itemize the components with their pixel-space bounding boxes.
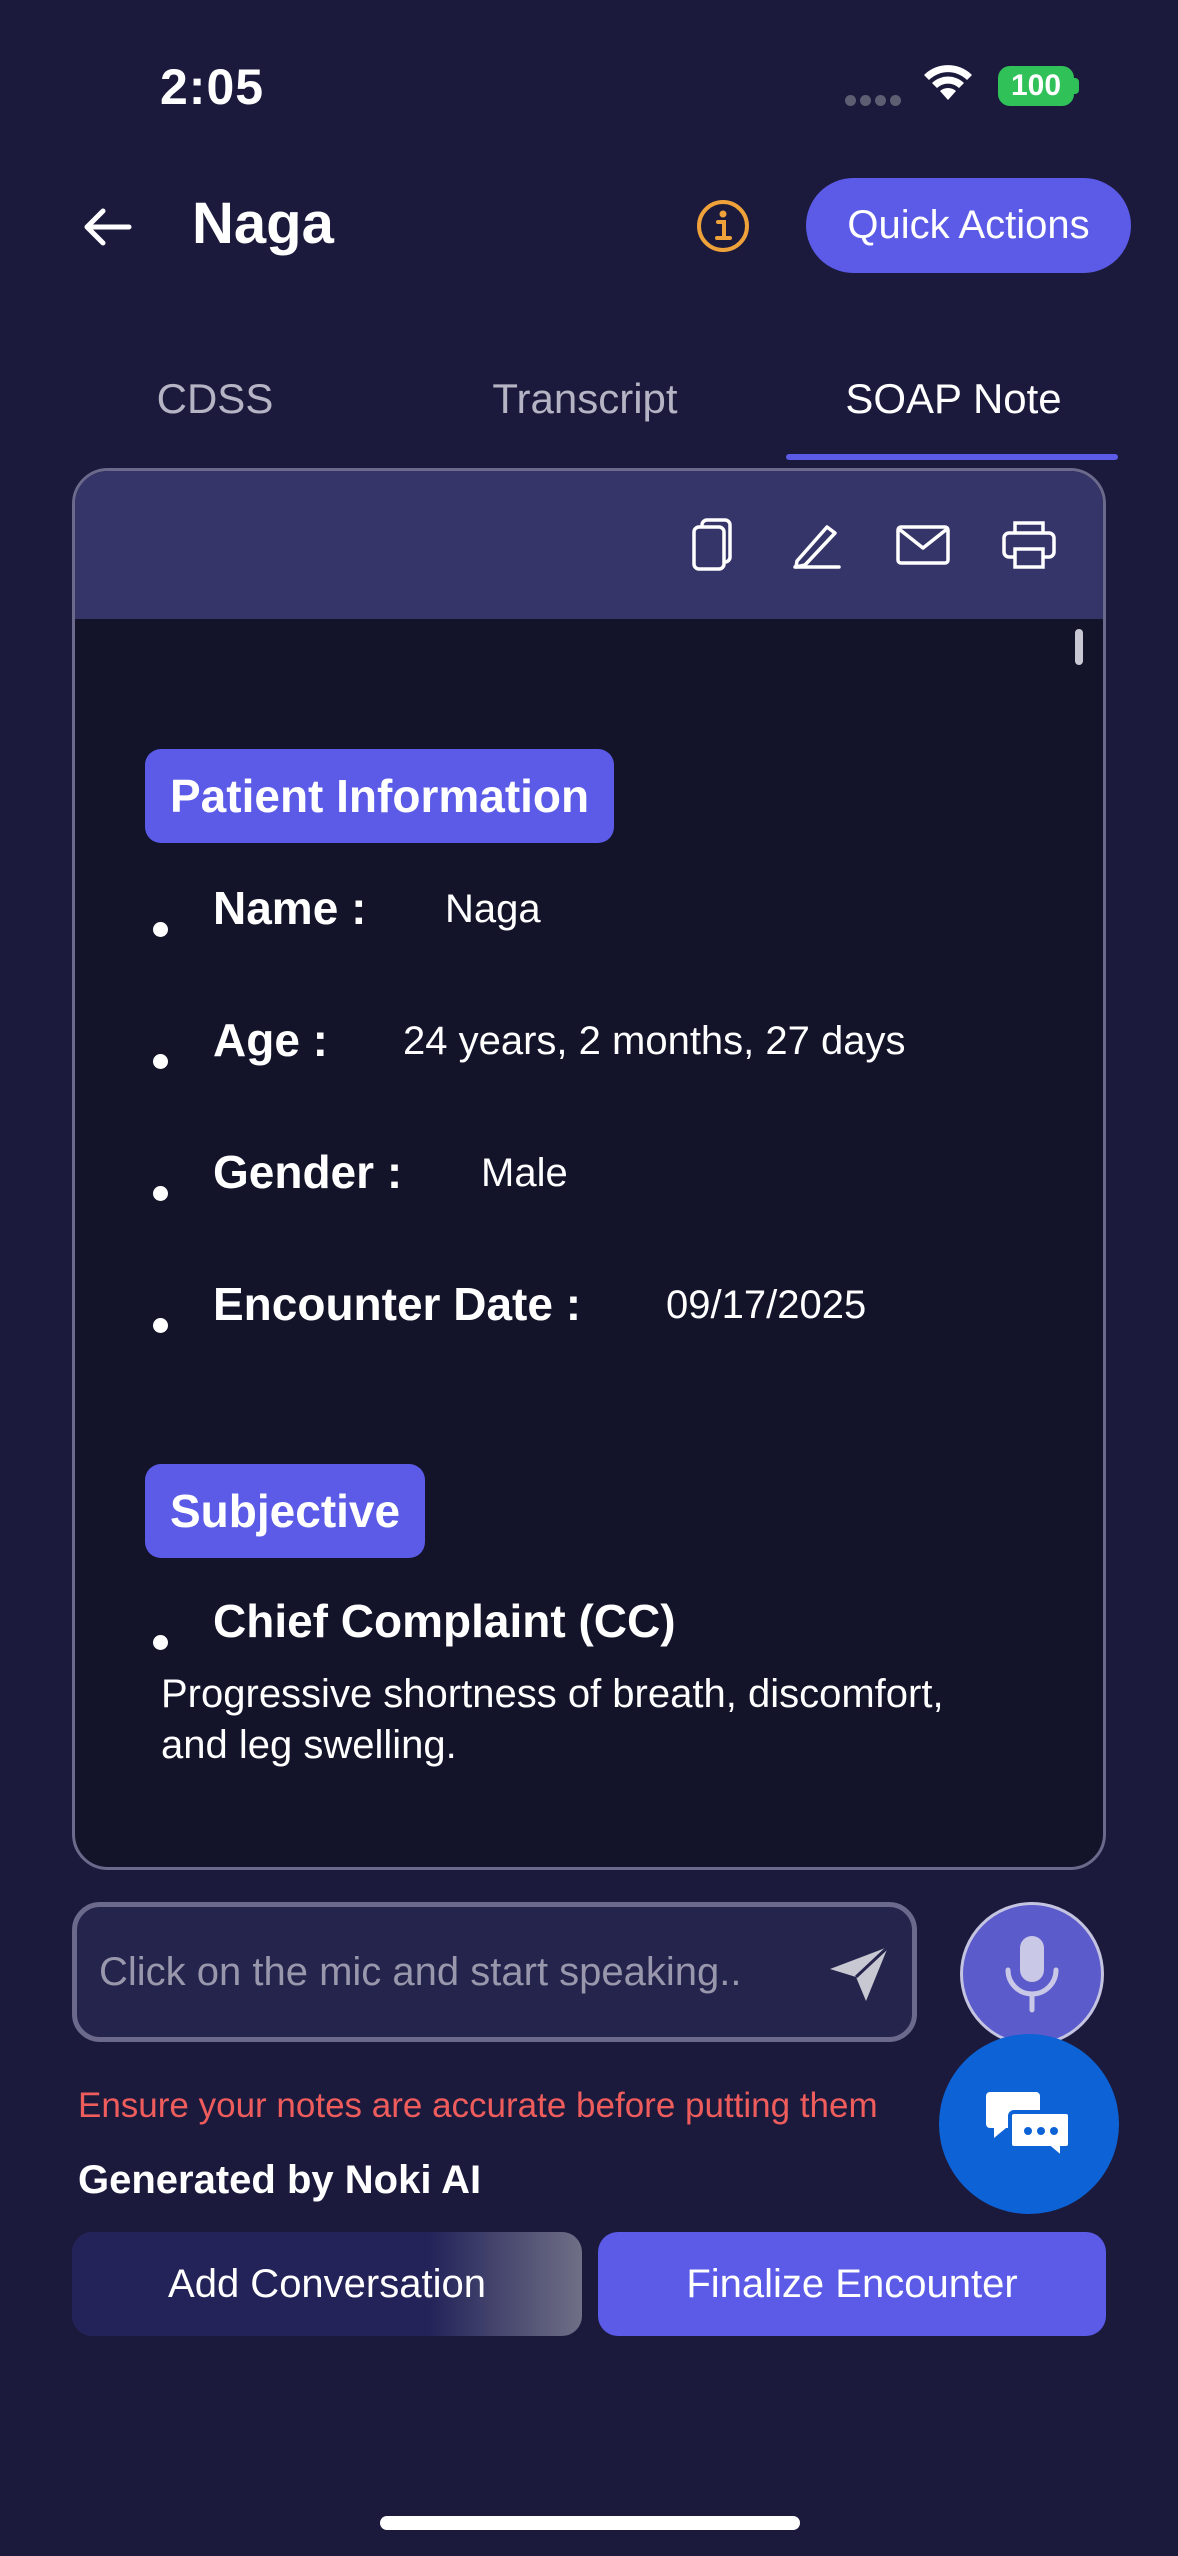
chat-bubbles-icon bbox=[986, 2092, 1072, 2162]
chat-button[interactable] bbox=[939, 2034, 1119, 2214]
mail-icon bbox=[896, 525, 950, 565]
field-value-name: Naga bbox=[445, 887, 541, 931]
generated-by-label: Generated by Noki AI bbox=[78, 2158, 482, 2202]
field-value-encounter-date: 09/17/2025 bbox=[666, 1283, 867, 1327]
section-header-subjective: Subjective bbox=[145, 1464, 426, 1558]
section-header-patient-information: Patient Information bbox=[145, 749, 615, 843]
speech-input[interactable] bbox=[99, 1907, 819, 2037]
print-button[interactable] bbox=[997, 513, 1061, 577]
note-toolbar bbox=[75, 471, 1103, 619]
send-icon bbox=[830, 1945, 890, 2001]
tab-soap-note[interactable]: SOAP Note bbox=[806, 375, 1101, 423]
arrow-left-icon bbox=[84, 208, 132, 246]
battery-indicator: 100 bbox=[998, 66, 1074, 106]
info-button[interactable] bbox=[695, 198, 751, 254]
status-time: 2:05 bbox=[160, 59, 265, 115]
bullet bbox=[153, 1054, 168, 1069]
quick-actions-button[interactable]: Quick Actions bbox=[806, 178, 1131, 273]
edit-icon bbox=[793, 525, 841, 569]
field-label-chief-complaint: Chief Complaint (CC) bbox=[213, 1595, 676, 1647]
home-indicator[interactable] bbox=[380, 2516, 800, 2530]
copy-button[interactable] bbox=[680, 513, 744, 577]
edit-button[interactable] bbox=[785, 513, 849, 577]
add-conversation-button[interactable]: Add Conversation bbox=[72, 2232, 582, 2336]
active-tab-indicator bbox=[786, 454, 1118, 460]
bullet bbox=[153, 1186, 168, 1201]
finalize-encounter-button[interactable]: Finalize Encounter bbox=[598, 2232, 1106, 2336]
battery-tip bbox=[1074, 78, 1079, 94]
copy-icon bbox=[692, 518, 732, 571]
back-button[interactable] bbox=[72, 192, 142, 262]
tab-cdss[interactable]: CDSS bbox=[110, 375, 320, 423]
send-button[interactable] bbox=[823, 1937, 895, 2009]
chief-complaint-text: Progressive shortness of breath, discomf… bbox=[161, 1672, 944, 1767]
field-value-gender: Male bbox=[481, 1151, 568, 1195]
field-label-encounter-date: Encounter Date : bbox=[213, 1278, 582, 1330]
soap-note-card: Patient Information Name : Naga Age : 24… bbox=[72, 468, 1106, 1870]
field-label-age: Age : bbox=[213, 1014, 328, 1066]
microphone-icon bbox=[1005, 1936, 1059, 2013]
bullet bbox=[153, 1318, 168, 1333]
field-label-name: Name : bbox=[213, 882, 367, 934]
speech-input-box bbox=[72, 1902, 917, 2042]
note-content: Patient Information Name : Naga Age : 24… bbox=[75, 619, 1103, 1867]
microphone-button[interactable] bbox=[960, 1902, 1104, 2046]
accuracy-warning: Ensure your notes are accurate before pu… bbox=[78, 2086, 878, 2125]
print-icon bbox=[1002, 521, 1056, 569]
wifi-icon bbox=[922, 62, 974, 107]
bullet bbox=[153, 922, 168, 937]
cellular-signal-icon bbox=[845, 93, 905, 106]
field-value-age: 24 years, 2 months, 27 days bbox=[403, 1019, 906, 1063]
email-button[interactable] bbox=[891, 513, 955, 577]
tab-transcript[interactable]: Transcript bbox=[455, 375, 715, 423]
page-title: Naga bbox=[192, 191, 334, 256]
field-label-gender: Gender : bbox=[213, 1146, 403, 1198]
bullet bbox=[153, 1635, 168, 1650]
info-icon bbox=[697, 200, 749, 252]
